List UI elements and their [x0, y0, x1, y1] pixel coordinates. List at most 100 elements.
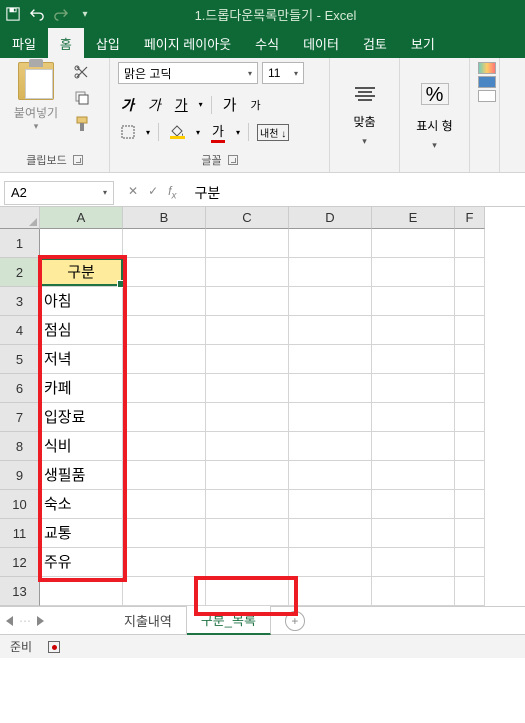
row-header[interactable]: 5 [0, 345, 40, 374]
cell-C2[interactable] [206, 258, 289, 287]
macro-record-icon[interactable] [48, 641, 60, 653]
row-header[interactable]: 9 [0, 461, 40, 490]
cell-F2[interactable] [455, 258, 485, 287]
col-header-E[interactable]: E [372, 207, 455, 229]
clipboard-launcher[interactable] [73, 155, 83, 165]
row-header[interactable]: 6 [0, 374, 40, 403]
cell-F12[interactable] [455, 548, 485, 577]
cell-F13[interactable] [455, 577, 485, 606]
redo-icon[interactable] [54, 7, 68, 21]
copy-icon[interactable] [74, 90, 90, 106]
cell-F4[interactable] [455, 316, 485, 345]
tab-formulas[interactable]: 수식 [243, 28, 291, 58]
increase-font-icon[interactable]: 가 [220, 93, 240, 116]
cell-C13[interactable] [206, 577, 289, 606]
col-header-F[interactable]: F [455, 207, 485, 229]
cell-F7[interactable] [455, 403, 485, 432]
cell-A3[interactable]: 아침 [40, 287, 123, 316]
cell-F6[interactable] [455, 374, 485, 403]
name-box[interactable]: A2▾ [4, 181, 114, 205]
cell-C4[interactable] [206, 316, 289, 345]
cell-B1[interactable] [123, 229, 206, 258]
formula-input[interactable]: 구분 [186, 183, 525, 203]
cell-F1[interactable] [455, 229, 485, 258]
cell-C3[interactable] [206, 287, 289, 316]
col-header-A[interactable]: A [40, 207, 123, 229]
cell-E11[interactable] [372, 519, 455, 548]
row-header[interactable]: 4 [0, 316, 40, 345]
cell-E3[interactable] [372, 287, 455, 316]
cell-F9[interactable] [455, 461, 485, 490]
fill-color-button[interactable] [167, 124, 188, 140]
italic-button[interactable]: 가 [145, 94, 164, 116]
enter-icon[interactable]: ✓ [148, 184, 158, 201]
cell-E1[interactable] [372, 229, 455, 258]
phonetic-button[interactable]: 내천 ↓ [257, 124, 289, 141]
cell-D4[interactable] [289, 316, 372, 345]
cell-B13[interactable] [123, 577, 206, 606]
format-painter-icon[interactable] [74, 116, 90, 132]
cell-style-icon[interactable] [478, 90, 496, 102]
cell-B6[interactable] [123, 374, 206, 403]
cell-A10[interactable]: 숙소 [40, 490, 123, 519]
cell-A13[interactable] [40, 577, 123, 606]
cell-F10[interactable] [455, 490, 485, 519]
cell-D1[interactable] [289, 229, 372, 258]
cell-B3[interactable] [123, 287, 206, 316]
cell-B10[interactable] [123, 490, 206, 519]
row-header[interactable]: 12 [0, 548, 40, 577]
cut-icon[interactable] [74, 64, 90, 80]
row-header[interactable]: 10 [0, 490, 40, 519]
cell-A4[interactable]: 점심 [40, 316, 123, 345]
table-style-icon[interactable] [478, 76, 496, 88]
cell-D7[interactable] [289, 403, 372, 432]
cell-D5[interactable] [289, 345, 372, 374]
qat-customize-icon[interactable]: ▾ [78, 7, 92, 21]
cell-B12[interactable] [123, 548, 206, 577]
new-sheet-button[interactable]: + [285, 611, 305, 631]
col-header-C[interactable]: C [206, 207, 289, 229]
row-header[interactable]: 8 [0, 432, 40, 461]
cell-A5[interactable]: 저녁 [40, 345, 123, 374]
row-header[interactable]: 3 [0, 287, 40, 316]
cell-A9[interactable]: 생필품 [40, 461, 123, 490]
tab-home[interactable]: 홈 [48, 28, 84, 58]
cell-C8[interactable] [206, 432, 289, 461]
cell-A12[interactable]: 주유 [40, 548, 123, 577]
cell-B8[interactable] [123, 432, 206, 461]
cell-E5[interactable] [372, 345, 455, 374]
font-combo[interactable]: 맑은 고딕▾ [118, 62, 258, 84]
sheet-scroll-right[interactable] [37, 616, 44, 626]
cell-C11[interactable] [206, 519, 289, 548]
select-all-corner[interactable] [0, 207, 40, 229]
cell-E7[interactable] [372, 403, 455, 432]
cell-D12[interactable] [289, 548, 372, 577]
cell-C9[interactable] [206, 461, 289, 490]
cell-B7[interactable] [123, 403, 206, 432]
cell-C10[interactable] [206, 490, 289, 519]
cell-C6[interactable] [206, 374, 289, 403]
row-header[interactable]: 11 [0, 519, 40, 548]
row-header[interactable]: 1 [0, 229, 40, 258]
col-header-D[interactable]: D [289, 207, 372, 229]
align-center-icon[interactable] [353, 87, 377, 101]
tab-data[interactable]: 데이터 [291, 28, 351, 58]
cell-C12[interactable] [206, 548, 289, 577]
col-header-B[interactable]: B [123, 207, 206, 229]
cell-A2[interactable]: 구분 [40, 258, 123, 287]
cell-F3[interactable] [455, 287, 485, 316]
cell-C1[interactable] [206, 229, 289, 258]
cell-A8[interactable]: 식비 [40, 432, 123, 461]
tab-page-layout[interactable]: 페이지 레이아웃 [132, 28, 243, 58]
decrease-font-icon[interactable]: 가 [248, 96, 264, 114]
sheet-tab-1[interactable]: 구분_목록 [187, 606, 271, 635]
cell-D13[interactable] [289, 577, 372, 606]
cell-E13[interactable] [372, 577, 455, 606]
save-icon[interactable] [6, 7, 20, 21]
cell-D11[interactable] [289, 519, 372, 548]
cell-E4[interactable] [372, 316, 455, 345]
underline-button[interactable]: 가 [172, 94, 191, 116]
cell-B5[interactable] [123, 345, 206, 374]
cell-E6[interactable] [372, 374, 455, 403]
row-header[interactable]: 2 [0, 258, 40, 287]
